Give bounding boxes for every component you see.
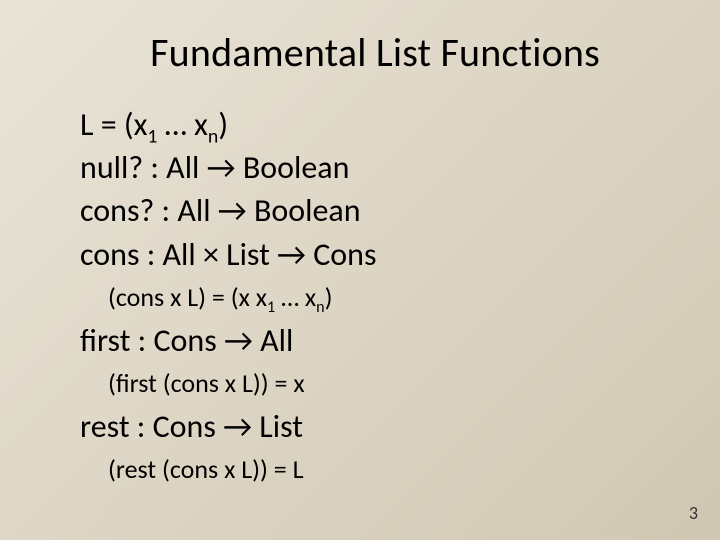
cons-equation: (cons x L) = (x x1 … xn) — [108, 278, 670, 317]
text: L = (x — [80, 105, 147, 144]
cons-pred-signature: cons? : All → Boolean — [80, 189, 670, 232]
text: (cons x L) = (x x — [108, 281, 267, 313]
subscript-1: 1 — [147, 124, 157, 148]
first-signature: first : Cons → All — [80, 319, 670, 362]
page-number: 3 — [689, 502, 698, 524]
rest-signature: rest : Cons → List — [80, 405, 670, 448]
subscript-n: n — [316, 298, 324, 317]
text: ) — [325, 281, 333, 313]
cons-signature: cons : All × List → Cons — [80, 233, 670, 276]
subscript-n: n — [208, 124, 218, 148]
slide-title: Fundamental List Functions — [80, 28, 670, 77]
text: ) — [218, 105, 228, 144]
slide: Fundamental List Functions L = (x1 … xn)… — [0, 0, 720, 540]
rest-equation: (rest (cons x L)) = L — [108, 450, 670, 489]
text: … x — [157, 105, 207, 144]
null-signature: null? : All → Boolean — [80, 146, 670, 189]
subscript-1: 1 — [267, 298, 275, 317]
text: … x — [275, 281, 316, 313]
first-equation: (first (cons x L)) = x — [108, 364, 670, 403]
list-definition: L = (x1 … xn) — [80, 103, 670, 146]
